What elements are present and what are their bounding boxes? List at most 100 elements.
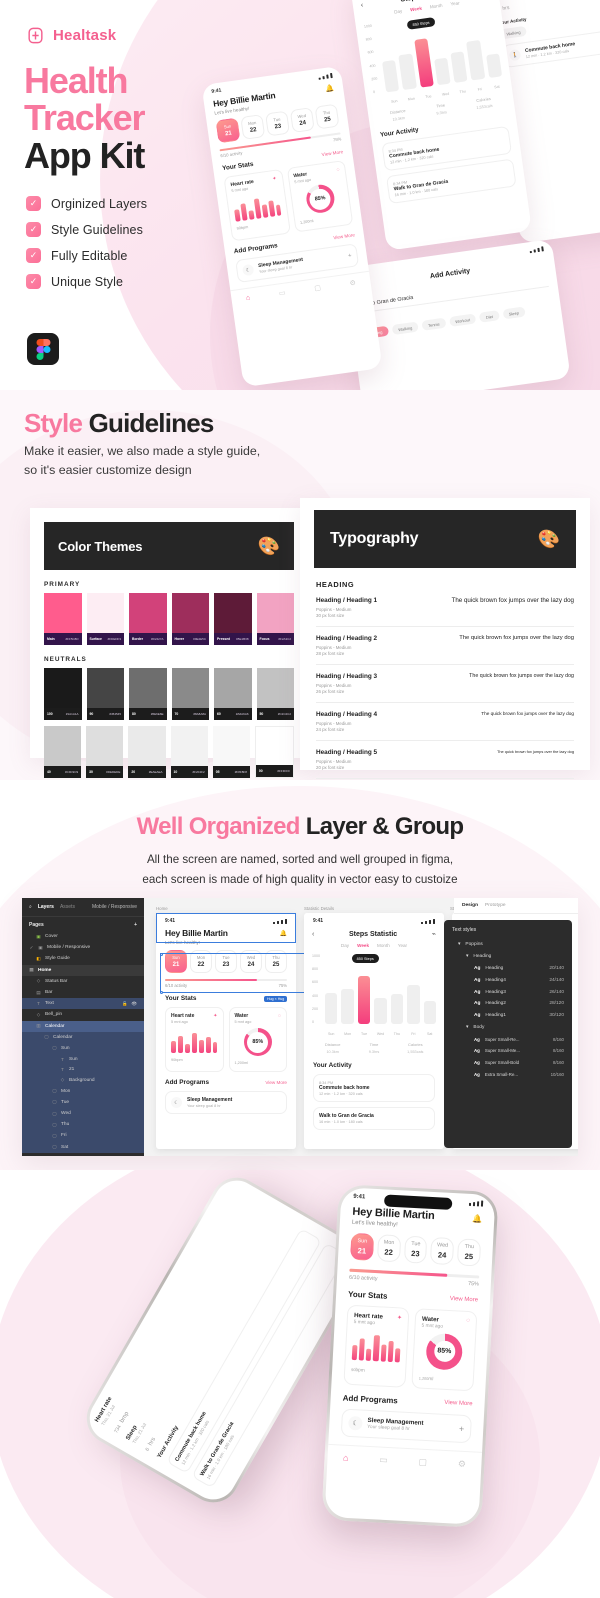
view-more-link[interactable]: View More — [333, 233, 355, 241]
color-swatch[interactable]: 00 #FFFFFF — [254, 726, 295, 778]
period-segmented-control[interactable]: Day Week Month Year — [304, 938, 444, 950]
layer-item-calendar[interactable]: ▥ Calendar — [22, 1020, 144, 1032]
calendar-icon[interactable]: ▢ — [314, 284, 322, 293]
color-swatch[interactable]: 30 #DEDEDE — [86, 726, 124, 778]
color-swatch[interactable]: 10 #F2F2F2 — [170, 726, 208, 778]
page-selector[interactable]: Mobile / Responsive — [92, 904, 137, 910]
chevron-left-icon[interactable]: ‹ — [312, 931, 314, 938]
day-chip-sun[interactable]: Sun 21 — [349, 1232, 375, 1261]
heart-rate-card[interactable]: Heart rate 5 mnt ago ✦ 90bpm — [343, 1304, 410, 1388]
style-group-poppins[interactable]: ▾ Poppins — [444, 939, 572, 951]
chip-tennis[interactable]: Tennis — [421, 317, 447, 331]
bell-icon[interactable]: 🔔 — [472, 1214, 482, 1224]
chip-diet[interactable]: Diet — [479, 310, 500, 323]
eye-icon[interactable]: 👁 — [131, 1001, 137, 1007]
share-icon[interactable]: ⌁ — [432, 930, 436, 938]
color-swatch[interactable]: 60 #A6A6A6 — [214, 668, 252, 720]
chat-icon[interactable]: ▭ — [278, 289, 287, 298]
program-item-sleep[interactable]: ☾ Sleep Management Your sleep goal 8 hr — [165, 1091, 287, 1115]
chip-sleep[interactable]: Sleep — [502, 306, 526, 320]
color-swatch[interactable]: 70 #8A8A8A — [171, 668, 209, 720]
bottom-tab-bar[interactable]: ⌂ ▭ ▢ ⚙ — [326, 1443, 483, 1479]
bell-icon[interactable]: 🔔 — [325, 84, 335, 93]
day-chip-tue[interactable]: Tue 23 — [403, 1235, 428, 1264]
text-style-heading4[interactable]: Ag Heading4 24/140 — [444, 974, 572, 986]
text-style-extra-small-regular[interactable]: Ag Extra Small-Re... 10/160 — [444, 1069, 572, 1081]
figma-panel-tabs[interactable]: ⌕ Layers Assets Mobile / Responsive — [22, 898, 144, 917]
day-chip-mon[interactable]: Mon 22 — [376, 1233, 401, 1262]
text-style-super-small-bold[interactable]: Ag Super Small-Bold 8/160 — [444, 1057, 572, 1069]
text-style-heading1[interactable]: Ag Heading1 30/120 — [444, 1010, 572, 1022]
color-swatch[interactable]: 20 #EAEAEA — [128, 726, 166, 778]
layer-item-bar[interactable]: ▤ Bar — [22, 987, 144, 998]
text-style-heading3[interactable]: Ag Heading3 26/140 — [444, 986, 572, 998]
canvas-frame-steps[interactable]: 9:41 ‹ Steps Statistic ⌁ Day Week Month … — [304, 913, 444, 1149]
layer-item-sat[interactable]: ▢ Sat — [22, 1141, 144, 1153]
layer-item-cover[interactable]: ▣ Cover — [22, 931, 144, 942]
settings-icon[interactable]: ⚙ — [349, 279, 356, 288]
day-chip-mon[interactable]: Mon 22 — [240, 113, 266, 140]
day-selector[interactable]: Sun 21 Mon 22 Tue 23 Wed 24 Thu 25 — [338, 1225, 494, 1267]
color-swatch[interactable]: 90 #454545 — [86, 668, 124, 720]
style-group-body[interactable]: ▾ Body — [444, 1021, 572, 1033]
canvas-frame-home[interactable]: 9:41 Hey Billie Martin Let's live health… — [156, 913, 296, 1149]
chip-workout[interactable]: Workout — [448, 313, 477, 328]
segment-week[interactable]: Week — [357, 943, 369, 948]
color-swatch[interactable]: 50 #C2C2C2 — [256, 668, 294, 720]
layer-item-text[interactable]: T Text 🔓 👁 — [22, 998, 144, 1010]
chevron-down-icon[interactable]: ▾ — [466, 954, 468, 959]
tab-design[interactable]: Design — [462, 903, 478, 908]
plus-icon[interactable]: + — [134, 922, 137, 928]
layer-item-wed[interactable]: ▢ Wed — [22, 1108, 144, 1120]
layer-item-fri[interactable]: ▢ Fri — [22, 1130, 144, 1142]
color-swatch[interactable]: Focus #F2A3C2 — [256, 593, 294, 645]
color-swatch[interactable]: Main #FF5C8D — [44, 593, 82, 645]
segment-year[interactable]: Year — [450, 0, 460, 6]
chevron-down-icon[interactable]: ▾ — [458, 942, 460, 947]
view-more-link[interactable]: View More — [450, 1296, 479, 1303]
tab-prototype[interactable]: Prototype — [485, 903, 506, 908]
layer-item-style-guide[interactable]: ◧ Style Guide — [22, 953, 144, 964]
segment-year[interactable]: Year — [398, 943, 407, 948]
text-style-super-small-medium[interactable]: Ag Super Small-Me... 8/160 — [444, 1045, 572, 1057]
layer-item-sun-group[interactable]: ▢ Sun — [22, 1042, 144, 1055]
color-swatch[interactable]: 40 #C9C9C9 — [44, 726, 82, 778]
layer-item-mon[interactable]: ▢ Mon — [22, 1085, 144, 1097]
layer-item-mobile-responsive[interactable]: ✓ ▣ Mobile / Responsive — [22, 942, 144, 953]
view-more-link[interactable]: View More — [444, 1400, 473, 1407]
day-chip-wed[interactable]: Wed 24 — [289, 106, 315, 133]
text-style-super-small-regular[interactable]: Ag Super Small-Re... 8/160 — [444, 1033, 572, 1045]
color-swatch[interactable]: Border #D2427A — [129, 593, 167, 645]
day-chip-tue[interactable]: Tue 23 — [264, 110, 290, 136]
color-swatch[interactable]: Surface #FDEDF3 — [86, 593, 124, 645]
color-swatch[interactable]: Pressed #5E1B38 — [214, 593, 252, 645]
day-chip-wed[interactable]: Wed 24 — [430, 1236, 455, 1265]
layer-item-thu[interactable]: ▢ Thu — [22, 1119, 144, 1131]
day-chip-sun[interactable]: Sun 21 — [215, 117, 241, 143]
color-swatch[interactable]: 100 #1A1A1A — [44, 668, 82, 720]
day-chip-thu[interactable]: Thu 25 — [314, 103, 340, 129]
calendar-icon[interactable]: ▢ — [418, 1456, 427, 1467]
activity-item[interactable]: 8:34 PM Commute back home 12 min · 1.2 k… — [313, 1074, 435, 1102]
water-card[interactable]: Water 5 mnt ago ◌ 85% 1,200ml — [228, 1007, 287, 1073]
chevron-left-icon[interactable]: ‹ — [360, 1, 363, 8]
color-swatch[interactable]: 80 #6E6E6E — [129, 668, 167, 720]
heart-rate-card[interactable]: Heart rate 5 mnt ago ✦ 90bpm — [223, 169, 291, 242]
view-more-link[interactable]: View More — [265, 1080, 287, 1085]
layer-item-home[interactable]: ▤ Home — [22, 964, 144, 976]
settings-icon[interactable]: ⚙ — [458, 1458, 467, 1469]
chat-icon[interactable]: ▭ — [379, 1454, 388, 1465]
style-group-heading[interactable]: ▾ Heading — [444, 951, 572, 963]
design-panel-tabs[interactable]: Design Prototype — [454, 898, 578, 914]
tab-assets[interactable]: Assets — [60, 904, 75, 910]
day-chip-thu[interactable]: Thu 25 — [457, 1237, 482, 1267]
text-style-heading2[interactable]: Ag Heading2 28/120 — [444, 998, 572, 1010]
segment-day[interactable]: Day — [394, 8, 403, 14]
heart-rate-card[interactable]: Heart rate 5 mnt ago ✦ 90bpm — [165, 1007, 224, 1073]
layer-item-sun-text[interactable]: T Sun — [22, 1054, 144, 1065]
add-program-button[interactable]: + — [459, 1423, 465, 1433]
segment-day[interactable]: Day — [341, 943, 349, 948]
home-icon[interactable]: ⌂ — [246, 294, 251, 302]
activity-item[interactable]: Walk to Gran de Gracia 16 min · 1.0 km ·… — [313, 1107, 435, 1130]
color-swatch[interactable]: 05 #F8F8F8 — [212, 726, 250, 778]
